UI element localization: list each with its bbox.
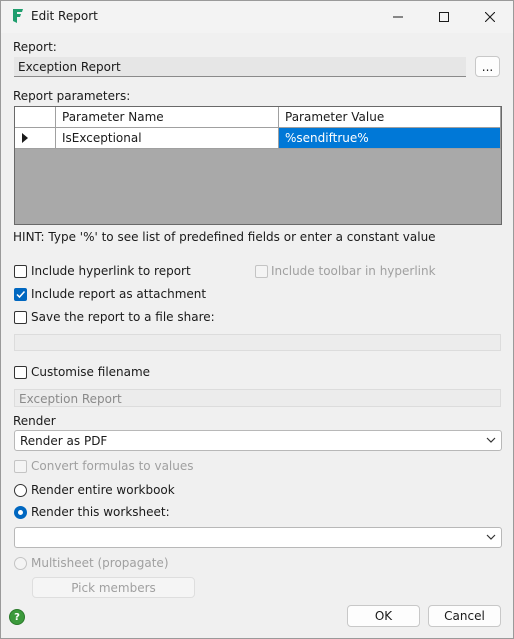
include-hyperlink-checkbox[interactable]: [14, 265, 27, 278]
edit-report-dialog: Edit Report Report: Exception Report ...…: [0, 0, 514, 639]
multisheet-label: Multisheet (propagate): [31, 556, 169, 570]
maximize-icon: [439, 12, 449, 22]
maximize-button[interactable]: [421, 1, 467, 33]
customise-filename-label[interactable]: Customise filename: [31, 365, 150, 379]
parameter-value-cell[interactable]: %sendiftrue%: [279, 128, 501, 149]
report-name-field: Exception Report: [14, 57, 466, 77]
report-parameters-label: Report parameters:: [13, 89, 131, 103]
browse-report-button[interactable]: ...: [475, 56, 500, 77]
row-header[interactable]: [15, 128, 56, 149]
include-attachment-label[interactable]: Include report as attachment: [31, 287, 206, 301]
parameter-name-cell[interactable]: IsExceptional: [56, 128, 279, 149]
include-attachment-checkbox[interactable]: [14, 288, 27, 301]
current-row-indicator-icon: [22, 133, 28, 143]
file-share-path-field[interactable]: [14, 334, 501, 351]
minimize-icon: [393, 16, 403, 18]
grid-corner-header: [15, 107, 56, 128]
close-icon: [485, 12, 495, 22]
chevron-down-icon: [486, 534, 496, 540]
hint-text: HINT: Type '%' to see list of predefined…: [13, 230, 436, 244]
minimize-button[interactable]: [375, 1, 421, 33]
close-button[interactable]: [467, 1, 513, 33]
render-format-value: Render as PDF: [20, 434, 108, 448]
column-header-parameter-value[interactable]: Parameter Value: [279, 107, 501, 128]
include-hyperlink-label[interactable]: Include hyperlink to report: [31, 264, 191, 278]
convert-formulas-label: Convert formulas to values: [31, 459, 194, 473]
title-bar[interactable]: Edit Report: [1, 1, 513, 33]
checkmark-icon: [16, 290, 26, 299]
chevron-down-icon: [486, 437, 496, 443]
worksheet-dropdown[interactable]: [14, 527, 502, 548]
render-label: Render: [13, 414, 56, 428]
app-logo-icon: [13, 9, 23, 23]
help-icon[interactable]: ?: [9, 609, 25, 625]
render-this-worksheet-radio[interactable]: [14, 506, 27, 519]
render-format-dropdown[interactable]: Render as PDF: [14, 430, 502, 451]
pick-members-button[interactable]: Pick members: [32, 577, 195, 598]
convert-formulas-checkbox[interactable]: [14, 460, 27, 473]
multisheet-radio[interactable]: [14, 557, 27, 570]
cancel-button[interactable]: Cancel: [428, 605, 501, 627]
customise-filename-checkbox[interactable]: [14, 366, 27, 379]
window-title: Edit Report: [31, 9, 98, 23]
save-to-share-checkbox[interactable]: [14, 311, 27, 324]
filename-field[interactable]: Exception Report: [14, 389, 501, 407]
include-toolbar-label: Include toolbar in hyperlink: [271, 264, 436, 278]
parameters-grid[interactable]: Parameter Name Parameter Value IsExcepti…: [14, 106, 502, 225]
render-entire-workbook-label[interactable]: Render entire workbook: [31, 483, 175, 497]
save-to-share-label[interactable]: Save the report to a file share:: [31, 310, 215, 324]
ok-button[interactable]: OK: [347, 605, 420, 627]
report-label: Report:: [13, 40, 57, 54]
render-this-worksheet-label[interactable]: Render this worksheet:: [31, 505, 170, 519]
render-entire-workbook-radio[interactable]: [14, 484, 27, 497]
include-toolbar-checkbox[interactable]: [255, 265, 268, 278]
column-header-parameter-name[interactable]: Parameter Name: [56, 107, 279, 128]
